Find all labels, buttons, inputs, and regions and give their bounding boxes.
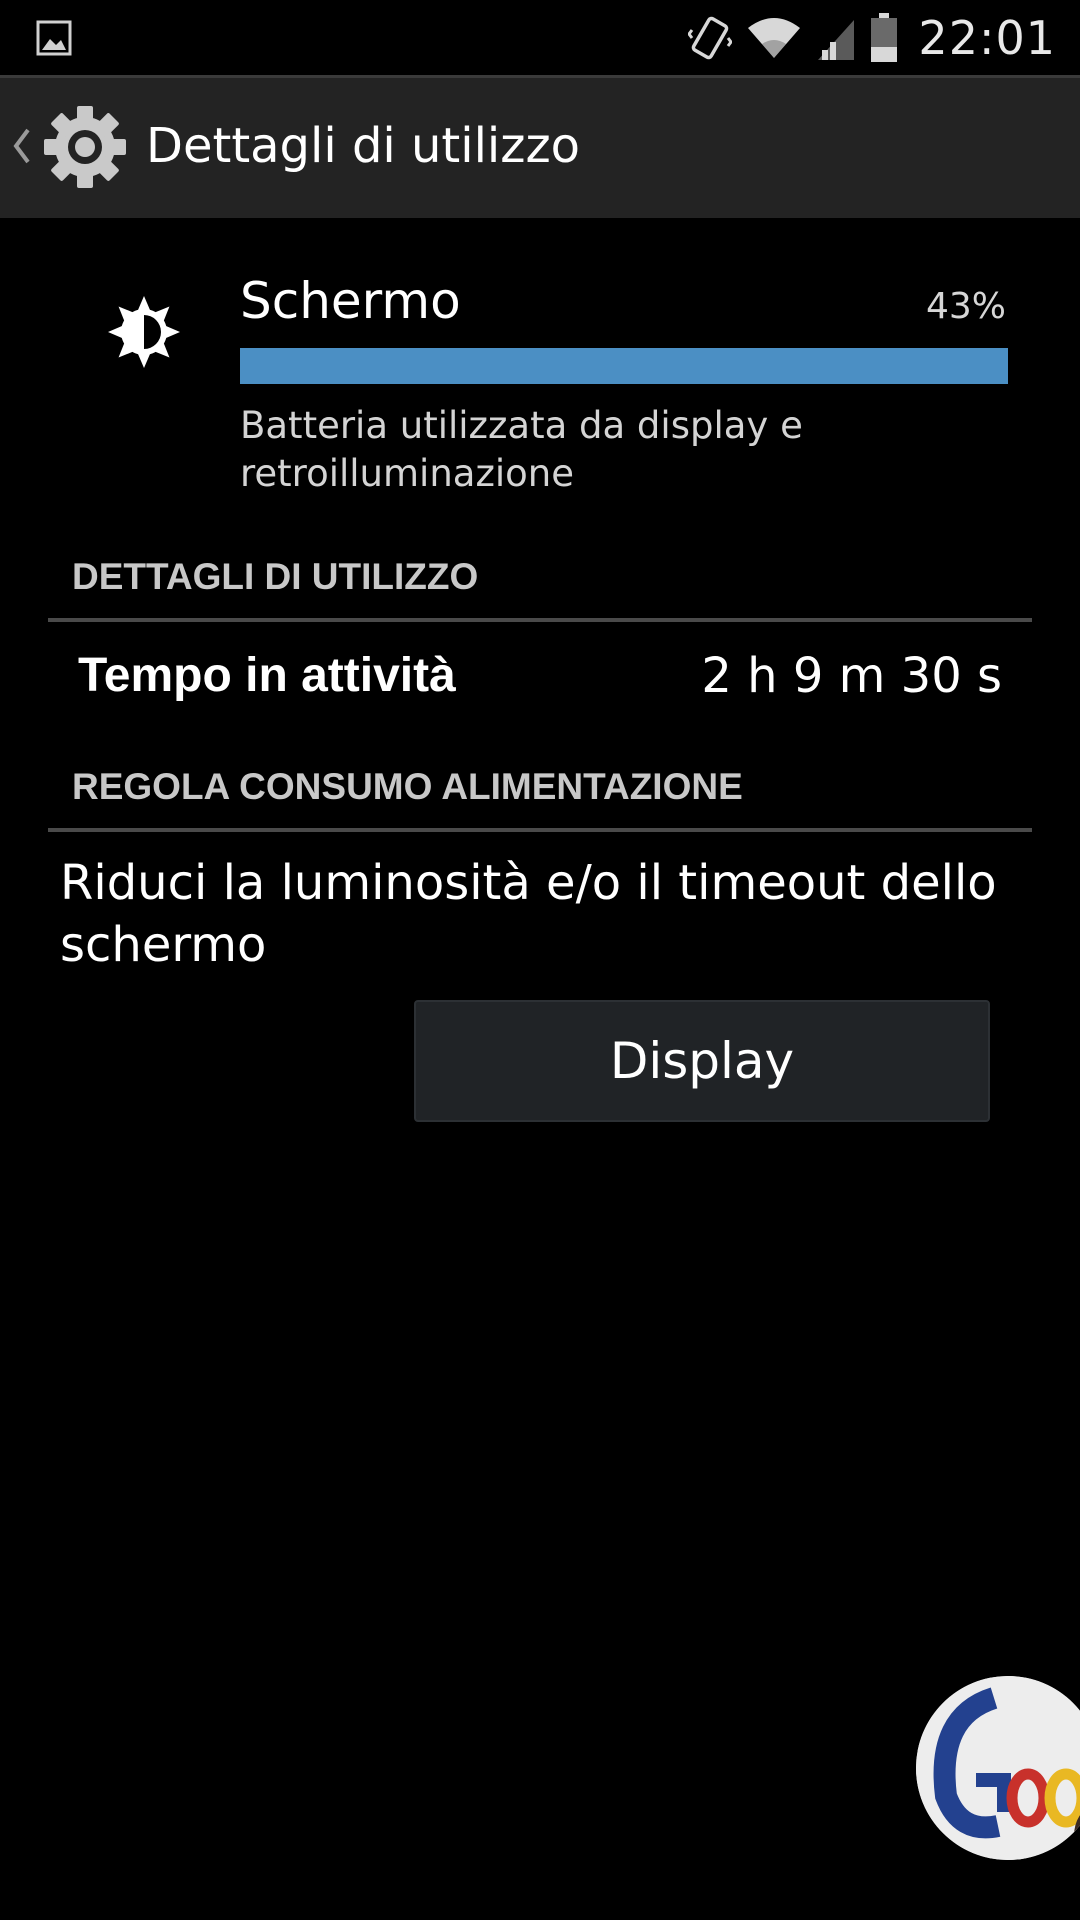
brightness-icon <box>108 296 180 368</box>
usage-bar-fill <box>240 348 1008 384</box>
camera-overlay-bubble[interactable] <box>916 1676 1080 1860</box>
status-bar: 22:01 <box>0 0 1080 75</box>
usage-bar <box>240 348 1008 384</box>
section-divider <box>48 828 1032 832</box>
usage-percent: 43% <box>925 286 1006 327</box>
app-description: Batteria utilizzata da display e retroil… <box>240 404 803 495</box>
status-icons: 22:01 <box>688 8 1056 68</box>
vibrate-icon <box>688 16 733 60</box>
cell-signal-icon <box>818 20 855 60</box>
settings-gear-icon[interactable] <box>40 102 130 192</box>
app-name: Schermo <box>240 272 461 330</box>
action-bar: Dettagli di utilizzo <box>0 75 1080 218</box>
section-divider <box>48 618 1032 622</box>
display-settings-button[interactable]: Display <box>414 1000 990 1122</box>
gallery-notification-icon <box>36 20 72 56</box>
battery-icon <box>871 13 898 62</box>
status-time: 22:01 <box>918 11 1056 65</box>
detail-value-active-time: 2 h 9 m 30 s <box>701 648 1002 704</box>
section-header-power-adjust: REGOLA CONSUMO ALIMENTAZIONE <box>72 766 743 807</box>
detail-label-active-time: Tempo in attività <box>78 649 456 702</box>
wifi-icon <box>748 18 801 58</box>
power-suggestion-text: Riduci la luminosità e/o il timeout dell… <box>60 855 997 973</box>
page-title: Dettagli di utilizzo <box>146 118 581 174</box>
section-header-usage-details: DETTAGLI DI UTILIZZO <box>72 556 479 597</box>
camera-overlay-image <box>916 1676 1080 1860</box>
up-chevron-icon[interactable] <box>10 126 32 166</box>
